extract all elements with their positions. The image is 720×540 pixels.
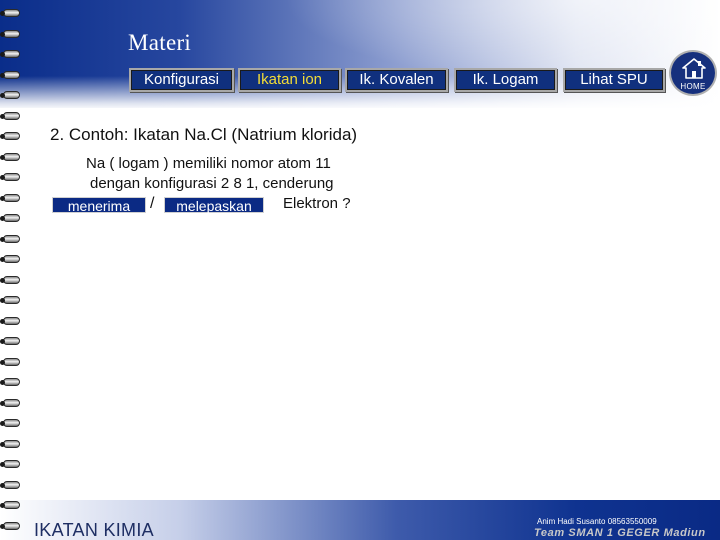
binding-ring (0, 481, 20, 489)
footer-topic: IKATAN KIMIA (34, 520, 154, 540)
footer-team: Team SMAN 1 GEGER Madiun (534, 527, 706, 539)
binding-ring (0, 235, 20, 243)
binding-ring (0, 501, 20, 509)
section-heading: 2. Contoh: Ikatan Na.Cl (Natrium klorida… (50, 125, 358, 144)
binding-ring (0, 173, 20, 181)
house-icon (682, 58, 706, 79)
choice-menerima-button[interactable]: menerima (52, 197, 146, 214)
nav-ik-logam-button[interactable]: Ik. Logam (454, 68, 557, 92)
binding-ring (0, 337, 20, 345)
binding-ring (0, 30, 20, 38)
choice-melepaskan-button[interactable]: melepaskan (164, 197, 264, 214)
nav-ikatan-ion-button[interactable]: Ikatan ion (238, 68, 341, 92)
nav-konfigurasi-button[interactable]: Konfigurasi (129, 68, 234, 92)
question-text: Elektron ? (283, 195, 351, 212)
nav-lihat-spu-button[interactable]: Lihat SPU (563, 68, 665, 92)
binding-ring (0, 112, 20, 120)
binding-ring (0, 522, 20, 530)
home-button[interactable]: HOME (669, 50, 717, 96)
slide: Materi Konfigurasi Ikatan ion Ik. Kovale… (0, 0, 720, 540)
binding-ring (0, 317, 20, 325)
nav-ik-kovalen-button[interactable]: Ik. Kovalen (345, 68, 448, 92)
home-label: HOME (680, 82, 706, 91)
binding-ring (0, 91, 20, 99)
binding-ring (0, 214, 20, 222)
binding-ring (0, 132, 20, 140)
binding-ring (0, 399, 20, 407)
binding-ring (0, 71, 20, 79)
footer-credit: Anim Hadi Susanto 08563550009 (537, 517, 657, 526)
binding-ring (0, 50, 20, 58)
spiral-binding (0, 0, 26, 540)
binding-ring (0, 296, 20, 304)
binding-ring (0, 378, 20, 386)
binding-ring (0, 460, 20, 468)
page-title: Materi (128, 30, 192, 55)
body-line-1: Na ( logam ) memiliki nomor atom 11 (86, 155, 331, 172)
body-line-2: dengan konfigurasi 2 8 1, cenderung (90, 175, 334, 192)
binding-ring (0, 358, 20, 366)
binding-ring (0, 419, 20, 427)
binding-ring (0, 255, 20, 263)
binding-ring (0, 9, 20, 17)
binding-ring (0, 153, 20, 161)
binding-ring (0, 194, 20, 202)
binding-ring (0, 440, 20, 448)
choice-separator: / (150, 195, 155, 212)
binding-ring (0, 276, 20, 284)
